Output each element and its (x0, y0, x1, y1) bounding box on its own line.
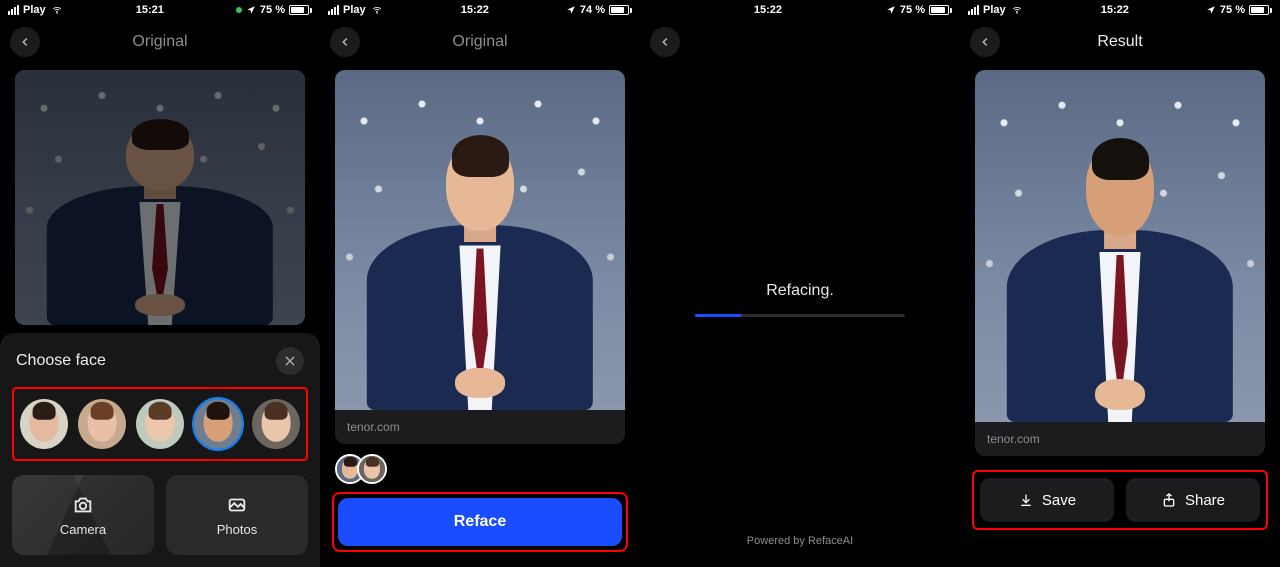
status-bar: Play 15:22 74 % (320, 0, 640, 20)
save-button[interactable]: Save (980, 478, 1114, 522)
face-thumb (357, 454, 387, 484)
share-label: Share (1185, 492, 1225, 509)
close-icon (283, 354, 297, 368)
battery-icon (289, 5, 312, 15)
back-button[interactable] (650, 27, 680, 57)
screen-choose-face: Play 15:21 75 % Original Choose face (0, 0, 320, 567)
page-title: Result (1097, 33, 1142, 51)
camera-icon (72, 494, 94, 516)
save-label: Save (1042, 492, 1076, 509)
battery-icon (609, 5, 632, 15)
battery-pct: 75 % (1220, 4, 1245, 16)
back-button[interactable] (970, 27, 1000, 57)
loading-text: Refacing. (766, 282, 834, 300)
face-option[interactable] (78, 399, 126, 449)
chevron-left-icon (338, 35, 352, 49)
photos-button[interactable]: Photos (166, 475, 308, 555)
image-caption: tenor.com (335, 410, 625, 444)
camera-button[interactable]: Camera (12, 475, 154, 555)
carrier-label: Play (983, 4, 1006, 16)
back-button[interactable] (330, 27, 360, 57)
back-button[interactable] (10, 27, 40, 57)
powered-by: Powered by RefaceAI (640, 535, 960, 567)
highlight-annotation: Save Share (972, 470, 1268, 530)
photos-label: Photos (217, 522, 257, 537)
highlight-annotation: Reface (332, 492, 628, 552)
image-caption: tenor.com (975, 422, 1265, 456)
nav-bar (640, 20, 960, 64)
share-icon (1161, 492, 1177, 508)
chevron-left-icon (658, 35, 672, 49)
original-image (15, 70, 305, 325)
choose-face-sheet: Choose face Camera Photos (0, 333, 320, 567)
carrier-label: Play (343, 4, 366, 16)
screen-result: Play 15:22 75 % Result tenor.com Save Sh… (960, 0, 1280, 567)
page-title: Original (452, 33, 507, 51)
chevron-left-icon (978, 35, 992, 49)
battery-icon (1249, 5, 1272, 15)
loading-area: Refacing. (640, 64, 960, 535)
sheet-title: Choose face (16, 352, 106, 370)
face-pair[interactable] (335, 454, 640, 484)
original-image: tenor.com (335, 70, 625, 444)
face-option[interactable] (20, 399, 68, 449)
battery-icon (929, 5, 952, 15)
clock: 15:22 (754, 4, 782, 16)
nav-bar: Original (0, 20, 320, 64)
close-button[interactable] (276, 347, 304, 375)
location-icon (566, 5, 576, 15)
download-icon (1018, 492, 1034, 508)
wifi-icon (1010, 5, 1024, 15)
wifi-icon (50, 5, 64, 15)
wifi-icon (370, 5, 384, 15)
clock: 15:22 (1101, 4, 1129, 16)
signal-icon (8, 5, 19, 15)
face-option[interactable] (136, 399, 184, 449)
carrier-label: Play (23, 4, 46, 16)
status-bar: Play 15:22 75 % (960, 0, 1280, 20)
clock: 15:22 (461, 4, 489, 16)
nav-bar: Original (320, 20, 640, 64)
face-option[interactable] (194, 399, 242, 449)
camera-label: Camera (60, 522, 106, 537)
battery-pct: 75 % (260, 4, 285, 16)
location-icon (886, 5, 896, 15)
battery-pct: 75 % (900, 4, 925, 16)
location-icon (246, 5, 256, 15)
face-options (12, 387, 308, 461)
battery-pct: 74 % (580, 4, 605, 16)
status-bar: Play 15:21 75 % (0, 0, 320, 20)
reface-label: Reface (454, 513, 506, 531)
signal-icon (328, 5, 339, 15)
screen-reface: Play 15:22 74 % Original tenor.com Refac… (320, 0, 640, 567)
screen-loading: 15:22 75 % Refacing. Powered by RefaceAI (640, 0, 960, 567)
progress-bar (695, 314, 905, 317)
location-icon (1206, 5, 1216, 15)
signal-icon (968, 5, 979, 15)
recording-indicator-icon (236, 7, 242, 13)
chevron-left-icon (18, 35, 32, 49)
result-image: tenor.com (975, 70, 1265, 456)
reface-button[interactable]: Reface (338, 498, 622, 546)
clock: 15:21 (136, 4, 164, 16)
nav-bar: Result (960, 20, 1280, 64)
status-bar: 15:22 75 % (640, 0, 960, 20)
face-option[interactable] (252, 399, 300, 449)
photos-icon (226, 494, 248, 516)
share-button[interactable]: Share (1126, 478, 1260, 522)
page-title: Original (132, 33, 187, 51)
